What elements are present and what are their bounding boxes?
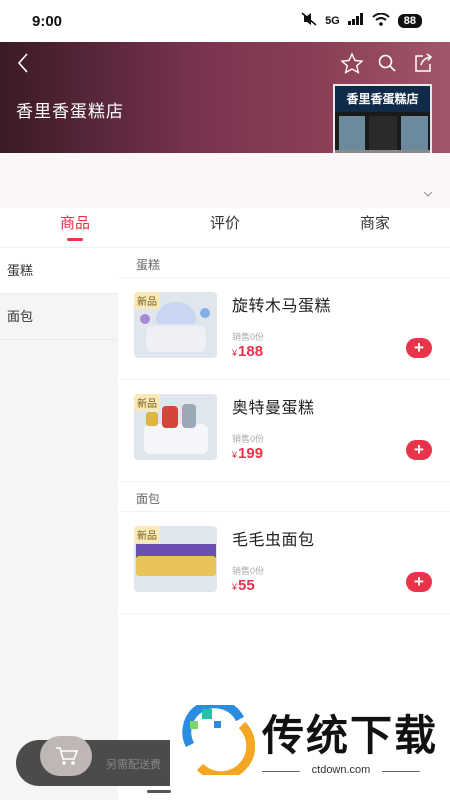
store-header: 9:00 5G 88 香里香蛋糕店 香里香蛋糕店 <box>0 0 450 162</box>
new-badge: 新品 <box>134 526 160 543</box>
network-type: 5G <box>325 14 340 27</box>
product-sales: 销售0份 <box>232 434 265 444</box>
watermark-logo-icon <box>180 699 256 781</box>
header-actions <box>340 52 434 74</box>
search-icon[interactable] <box>376 52 398 74</box>
cake-base <box>144 424 208 454</box>
product-image: 新品 <box>134 526 217 592</box>
store-sign: 香里香蛋糕店 <box>335 86 430 112</box>
price-value: 199 <box>238 445 264 462</box>
currency-symbol: ¥ <box>232 348 238 358</box>
section-title: 蛋糕 <box>118 248 450 278</box>
back-icon[interactable] <box>14 50 36 76</box>
product-name: 旋转木马蛋糕 <box>232 298 332 315</box>
section-title: 面包 <box>118 482 450 512</box>
add-to-cart-button[interactable]: + <box>406 338 432 358</box>
home-indicator[interactable] <box>147 790 171 793</box>
new-badge: 新品 <box>134 394 160 411</box>
store-tabs: 商品 评价 商家 <box>0 208 450 248</box>
mute-icon <box>301 12 317 29</box>
currency-symbol: ¥ <box>232 450 238 460</box>
storefront-window <box>339 116 365 154</box>
tab-reviews[interactable]: 评价 <box>150 208 300 247</box>
decoration <box>140 314 150 324</box>
product-item[interactable]: 新品 毛毛虫面包 销售0份 ¥55 + <box>118 512 450 614</box>
figure <box>182 404 196 428</box>
figure <box>162 406 178 428</box>
add-to-cart-button[interactable]: + <box>406 440 432 460</box>
cake-base <box>146 326 206 352</box>
store-photo[interactable]: 香里香蛋糕店 <box>333 84 432 162</box>
delivery-fee-note: 另需配送费 <box>106 759 161 771</box>
wifi-icon <box>372 12 390 29</box>
store-name: 香里香蛋糕店 <box>16 102 124 121</box>
cart-icon <box>55 745 79 767</box>
product-name: 毛毛虫面包 <box>232 532 315 549</box>
product-price: ¥199 <box>232 445 263 462</box>
product-sales: 销售0份 <box>232 332 265 342</box>
status-icons: 5G 88 <box>301 12 422 29</box>
figure <box>146 412 158 426</box>
product-item[interactable]: 新品 旋转木马蛋糕 销售0份 ¥188 + <box>118 278 450 380</box>
watermark-title: 传统下载 <box>262 711 439 760</box>
product-image: 新品 <box>134 394 217 460</box>
product-name: 奥特曼蛋糕 <box>232 400 315 417</box>
status-time: 9:00 <box>32 13 63 30</box>
watermark-site: ctdown.com <box>262 764 420 776</box>
price-value: 55 <box>238 577 255 594</box>
product-price: ¥188 <box>232 343 263 360</box>
sidebar-item-bread[interactable]: 面包 <box>0 294 118 340</box>
tab-merchant[interactable]: 商家 <box>300 208 450 247</box>
price-value: 188 <box>238 343 264 360</box>
product-price: ¥55 <box>232 577 255 594</box>
chevron-down-icon[interactable] <box>422 186 434 197</box>
tab-products[interactable]: 商品 <box>0 208 150 247</box>
store-info-band <box>0 153 450 208</box>
category-sidebar: 蛋糕 面包 <box>0 248 118 800</box>
product-item[interactable]: 新品 奥特曼蛋糕 销售0份 ¥199 + <box>118 380 450 482</box>
bread-loaf <box>136 556 216 576</box>
new-badge: 新品 <box>134 292 160 309</box>
share-icon[interactable] <box>412 52 434 74</box>
add-to-cart-button[interactable]: + <box>406 572 432 592</box>
signal-icon <box>347 13 364 28</box>
star-icon[interactable] <box>340 52 364 74</box>
product-image: 新品 <box>134 292 217 358</box>
sidebar-item-cake[interactable]: 蛋糕 <box>0 248 118 294</box>
decoration <box>200 308 210 318</box>
battery-level: 88 <box>397 13 422 28</box>
storefront-window <box>401 116 428 154</box>
carousel-top <box>156 302 196 324</box>
status-bar: 9:00 5G 88 <box>0 0 450 42</box>
product-sales: 销售0份 <box>232 566 265 576</box>
storefront-door <box>369 116 397 154</box>
currency-symbol: ¥ <box>232 582 238 592</box>
